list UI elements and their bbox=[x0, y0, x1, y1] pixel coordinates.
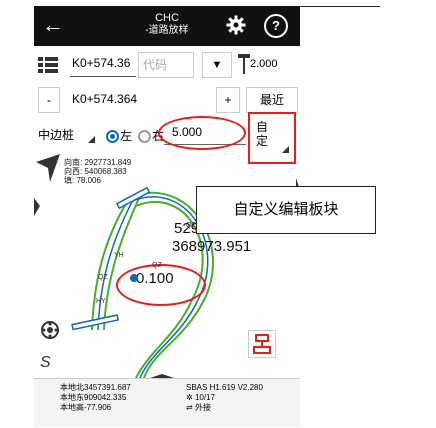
alignment-line-inner bbox=[103, 195, 141, 331]
alignment-line-outer bbox=[91, 199, 129, 331]
title-bar: ← CHC -道路放样 ? bbox=[34, 6, 300, 46]
code-dropdown-button[interactable]: ▼ bbox=[202, 52, 232, 78]
stake-mode-select[interactable]: 中边桩 bbox=[38, 126, 74, 143]
recent-button[interactable]: 最近 bbox=[246, 87, 298, 113]
alignment-line-center bbox=[97, 197, 135, 331]
mileage-decrease-button[interactable]: - bbox=[38, 87, 60, 113]
callout-box: 自定义编辑板块 bbox=[196, 186, 376, 234]
satellite-row: ✲ 10/17 bbox=[186, 393, 263, 403]
offset-row: 中边桩 左 右 5.000 自定 bbox=[34, 112, 300, 164]
link-row: ⇌ 外接 bbox=[186, 403, 263, 413]
gear-icon[interactable] bbox=[226, 15, 246, 35]
hy-point-label: HY bbox=[96, 298, 106, 305]
yh-point-label: YH bbox=[114, 252, 124, 259]
nav-info: 向南: 2927731.849 向西: 540068.383 填: 78.006 bbox=[64, 158, 131, 185]
dropdown-corner-icon bbox=[88, 136, 95, 143]
distance-highlight-oval bbox=[116, 264, 206, 306]
pole-height-icon bbox=[238, 54, 250, 74]
left-edge-arrow-icon bbox=[34, 198, 40, 216]
list-icon[interactable] bbox=[38, 56, 58, 74]
top-rule bbox=[300, 6, 380, 7]
gnss-status: SBAS H1.619 V2.280 ✲ 10/17 ⇌ 外接 bbox=[186, 383, 263, 413]
current-position-marker bbox=[130, 274, 138, 282]
west-value: 向西: 540068.383 bbox=[64, 167, 127, 176]
local-height-value: 本地高-77.906 bbox=[60, 403, 112, 412]
stake-icon[interactable] bbox=[248, 330, 276, 358]
local-east-value: 本地东909042.335 bbox=[60, 393, 127, 402]
easting-readout: 368973.951 bbox=[172, 238, 252, 255]
left-radio[interactable] bbox=[106, 130, 119, 143]
qz-point-label: QZ bbox=[98, 274, 108, 281]
satellite-count: 10/17 bbox=[194, 393, 215, 402]
satellite-icon: ✲ bbox=[186, 393, 195, 402]
status-bar: 本地北3457391.687 本地东909042.335 本地高-77.906 … bbox=[34, 378, 300, 427]
direction-arrow-icon bbox=[36, 154, 60, 182]
qz-point-label: QZ bbox=[152, 262, 162, 269]
snake-path-icon[interactable]: S bbox=[40, 354, 51, 372]
stake-mileage-value: K0+574.36 bbox=[72, 56, 131, 70]
page-title: -道路放样 bbox=[145, 25, 189, 36]
link-mode: 外接 bbox=[194, 403, 211, 412]
link-icon: ⇌ bbox=[186, 403, 195, 412]
mileage-row: - K0+574.364 + 最近 bbox=[34, 84, 300, 114]
fill-value: 填: 78.006 bbox=[64, 176, 101, 185]
left-radio-label: 左 bbox=[120, 129, 133, 143]
help-icon[interactable]: ? bbox=[264, 14, 288, 38]
south-value: 向南: 2927731.849 bbox=[64, 158, 132, 167]
code-input[interactable]: 代码 bbox=[138, 52, 194, 78]
right-radio[interactable] bbox=[138, 130, 151, 143]
crosshair-icon[interactable] bbox=[40, 320, 60, 340]
local-north-value: 本地北3457391.687 bbox=[60, 383, 131, 392]
mileage-increase-button[interactable]: + bbox=[216, 87, 240, 113]
sbas-precision: SBAS H1.619 V2.280 bbox=[186, 383, 263, 392]
local-coordinates: 本地北3457391.687 本地东909042.335 本地高-77.906 bbox=[60, 383, 131, 413]
offset-highlight-oval bbox=[158, 116, 246, 150]
qz-point-label: QZ bbox=[186, 222, 196, 229]
stake-toolbar: K0+574.36 代码 ▼ 2.000 bbox=[34, 50, 300, 80]
app-title: CHC bbox=[155, 12, 179, 24]
cross-section-marker bbox=[71, 314, 119, 331]
pole-height-value[interactable]: 2.000 bbox=[250, 58, 278, 70]
mileage-value[interactable]: K0+574.364 bbox=[72, 92, 137, 106]
map-view[interactable]: 向南: 2927731.849 向西: 540068.383 填: 78.006… bbox=[34, 150, 300, 378]
